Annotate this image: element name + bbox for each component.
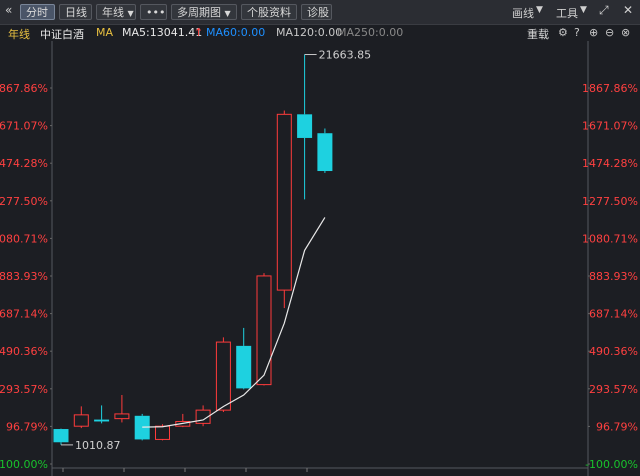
y-tick-label-right: 293.57% [589,383,638,396]
arrow-up-icon: ↑ [194,26,204,39]
max-price-label: 21663.85 [319,49,372,62]
tools-button[interactable]: 工具 [556,5,578,21]
expand-icon[interactable]: ⤢ [599,3,609,18]
reload-button[interactable]: 重载 [527,26,549,42]
y-tick-label-right: 1867.86% [582,82,638,95]
chevron-down-icon: ▼ [580,5,587,15]
candle-body-up [276,113,292,291]
close-icon[interactable]: ⊗ [621,26,630,39]
question-icon[interactable]: ? [574,26,580,39]
indicator-bar: 年线 中证白酒 MA MA5:13041.41 ↑ MA60:0.00 MA12… [0,24,640,41]
index-name: 中证白酒 [40,28,84,41]
y-tick-label-right: -100.00% [585,458,638,471]
y-tick-label-right: 1277.50% [582,195,638,208]
tab-timeshare[interactable]: 分时 [20,4,55,20]
candle-body-down [94,419,110,422]
multi-period-button[interactable]: 多周期图 ▼ [171,4,237,20]
candle-body-up [256,275,272,386]
y-tick-label-left: 1671.07% [0,120,48,133]
zoom-in-icon[interactable]: ⊕ [589,26,598,39]
stock-info-button[interactable]: 个股资料 [241,4,297,20]
y-tick-label-left: 96.79% [6,420,48,433]
candle-body-down [236,345,252,389]
ma120-value: MA120:0.00 [276,26,343,39]
y-tick-label-left: -100.00% [0,458,48,471]
ma250-value: MA250:0.00 [337,26,404,39]
multi-period-label: 多周期图 [177,6,221,19]
zoom-out-icon[interactable]: ⊖ [605,26,614,39]
chevron-down-icon: ▼ [224,9,231,18]
chevron-double-left-icon[interactable]: « [5,3,12,17]
y-tick-label-left: 1474.28% [0,157,48,170]
y-tick-label-right: 1671.07% [582,120,638,133]
candlestick-chart[interactable]: 1867.86% 1671.07% 1474.28% 1277.50% 1080.71%… [0,41,640,476]
diagnosis-button[interactable]: 诊股 [301,4,332,20]
candle-body-down [317,133,333,172]
y-tick-label-right: 490.36% [589,345,638,358]
y-tick-label-right: 96.79% [596,420,638,433]
period-select-label: 年线 [102,6,124,19]
min-price-label: 1010.87 [75,439,121,452]
y-tick-label-left: 293.57% [0,383,48,396]
chevron-down-icon: ▼ [536,5,543,15]
candle-body-up [215,341,231,411]
more-button[interactable]: ••• [140,4,167,20]
y-tick-label-left: 883.93% [0,270,48,283]
chevron-down-icon: ▼ [127,9,134,18]
y-tick-label-right: 1474.28% [582,157,638,170]
candle-body-up [114,413,130,420]
draw-line-button[interactable]: 画线 [512,5,534,21]
tab-daily[interactable]: 日线 [59,4,92,20]
candle-body-up [73,414,89,427]
y-tick-label-right: 1080.71% [582,232,638,245]
y-tick-label-left: 1277.50% [0,195,48,208]
toolbar: « 分时 日线 年线 ▼ ••• 多周期图 ▼ 个股资料 诊股 画线 ▼ 工具 … [0,0,640,25]
y-tick-label-left: 1867.86% [0,82,48,95]
ma5-value: MA5:13041.41 [122,26,203,39]
y-tick-label-right: 883.93% [589,270,638,283]
period-select[interactable]: 年线 ▼ [96,4,136,20]
candle-body-up [155,425,170,440]
candle-body-down [53,429,69,443]
ma-label[interactable]: MA [96,26,113,39]
y-tick-label-left: 1080.71% [0,232,48,245]
gear-icon[interactable]: ⚙ [558,26,568,39]
ma60-value: MA60:0.00 [206,26,266,39]
ma5-line [142,217,326,428]
close-icon[interactable]: ✕ [623,3,633,17]
y-tick-label-right: 687.14% [589,308,638,321]
y-tick-label-left: 490.36% [0,345,48,358]
y-tick-label-left: 687.14% [0,308,48,321]
period-label: 年线 [8,28,30,41]
candle-body-down [297,114,313,138]
